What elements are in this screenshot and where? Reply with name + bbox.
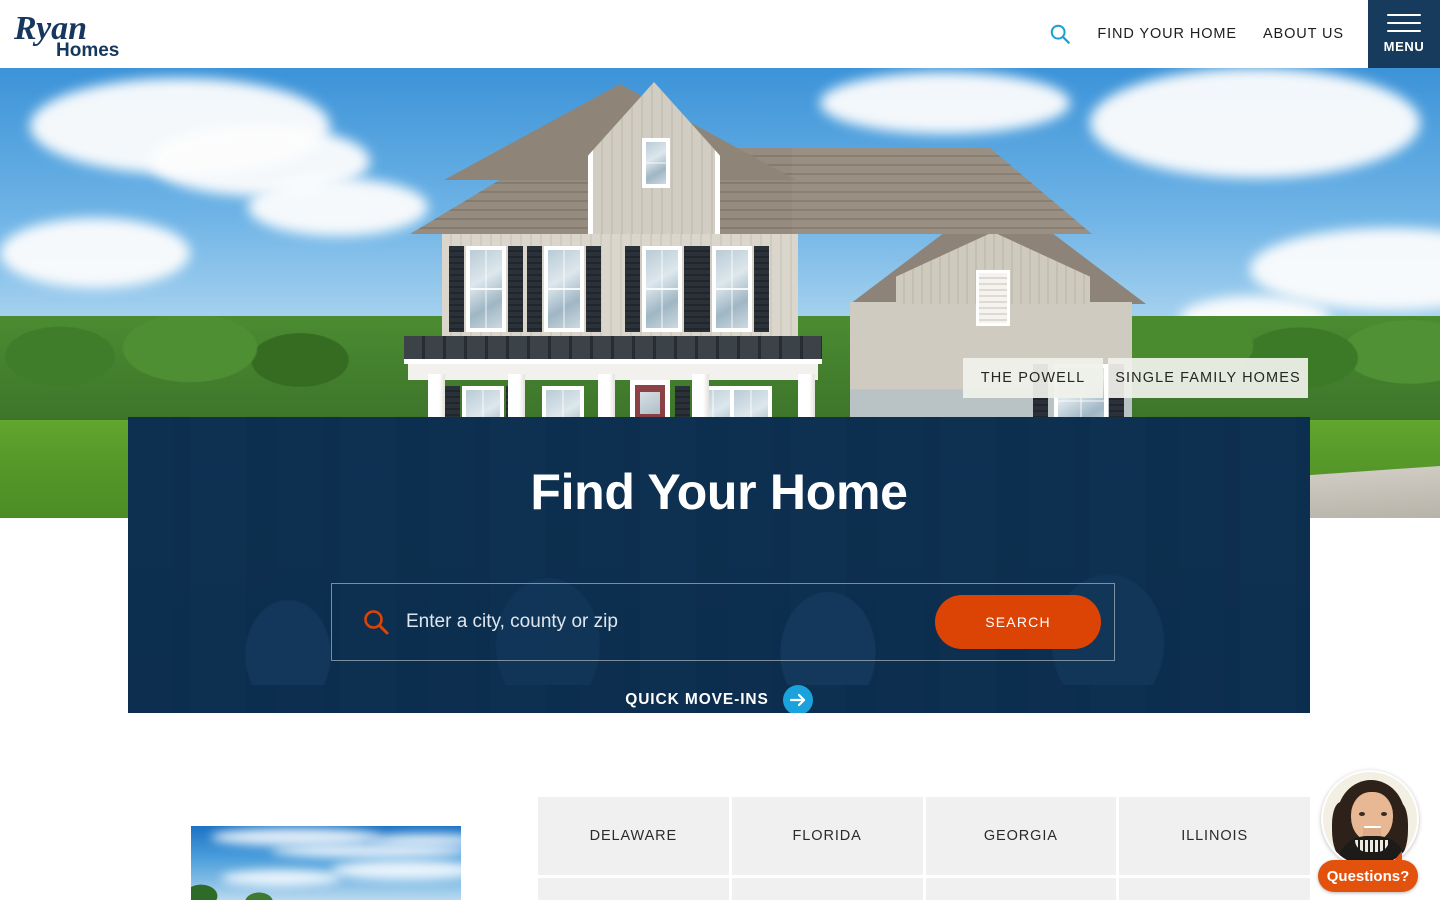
cloud (0, 218, 190, 288)
site-header: Ryan Homes FIND YOUR HOME ABOUT US MENU (0, 0, 1440, 68)
quick-move-ins-label: QUICK MOVE-INS (625, 691, 769, 708)
cloud (1090, 68, 1420, 178)
nav-item-about-us[interactable]: ABOUT US (1263, 26, 1344, 42)
ryan-homes-logo[interactable]: Ryan Homes (13, 9, 142, 61)
state-tile[interactable] (731, 878, 923, 900)
page-root: Ryan Homes FIND YOUR HOME ABOUT US MENU (0, 0, 1440, 900)
search-icon[interactable] (1049, 23, 1071, 45)
logo-icon: Ryan Homes (13, 10, 119, 61)
state-tile[interactable] (1119, 878, 1310, 900)
hero-badge-list: THE POWELL SINGLE FAMILY HOMES (0, 358, 1440, 408)
menu-button[interactable]: MENU (1368, 0, 1440, 68)
search-input[interactable] (406, 601, 935, 643)
primary-nav: FIND YOUR HOME ABOUT US (1049, 0, 1344, 68)
chat-widget[interactable]: Questions? (1318, 770, 1422, 892)
find-your-home-panel: Find Your Home SEARCH QUICK MOVE-INS (128, 417, 1310, 713)
state-tile-illinois[interactable]: ILLINOIS (1119, 797, 1310, 875)
state-tile-georgia[interactable]: GEORGIA (925, 797, 1117, 875)
panel-content: Find Your Home SEARCH QUICK MOVE-INS (128, 463, 1310, 713)
panel-background-neighborhood (128, 417, 1310, 713)
arrow-right-circle-icon (782, 685, 813, 713)
panel-title: Find Your Home (530, 464, 908, 520)
chat-bubble[interactable]: Questions? (1318, 851, 1418, 892)
search-bar: SEARCH (331, 583, 1115, 661)
search-icon[interactable] (362, 608, 390, 636)
state-tile-florida[interactable]: FLORIDA (731, 797, 923, 875)
menu-button-label: MENU (1383, 39, 1425, 54)
hero-badge-model-name[interactable]: THE POWELL (963, 358, 1103, 398)
search-button[interactable]: SEARCH (935, 595, 1101, 649)
state-tile[interactable] (925, 878, 1117, 900)
state-tile[interactable] (538, 878, 729, 900)
state-tile-delaware[interactable]: DELAWARE (538, 797, 729, 875)
svg-text:Homes: Homes (56, 40, 119, 59)
agent-avatar (1321, 770, 1419, 868)
hamburger-icon (1387, 14, 1421, 32)
states-grid: DELAWARE FLORIDA GEORGIA ILLINOIS (538, 797, 1310, 900)
sky-photo-card (191, 826, 461, 900)
shrubs (191, 876, 305, 900)
nav-item-find-your-home[interactable]: FIND YOUR HOME (1097, 26, 1237, 42)
hero-badge-home-type[interactable]: SINGLE FAMILY HOMES (1108, 358, 1308, 398)
quick-move-ins-link[interactable]: QUICK MOVE-INS (128, 685, 1310, 713)
